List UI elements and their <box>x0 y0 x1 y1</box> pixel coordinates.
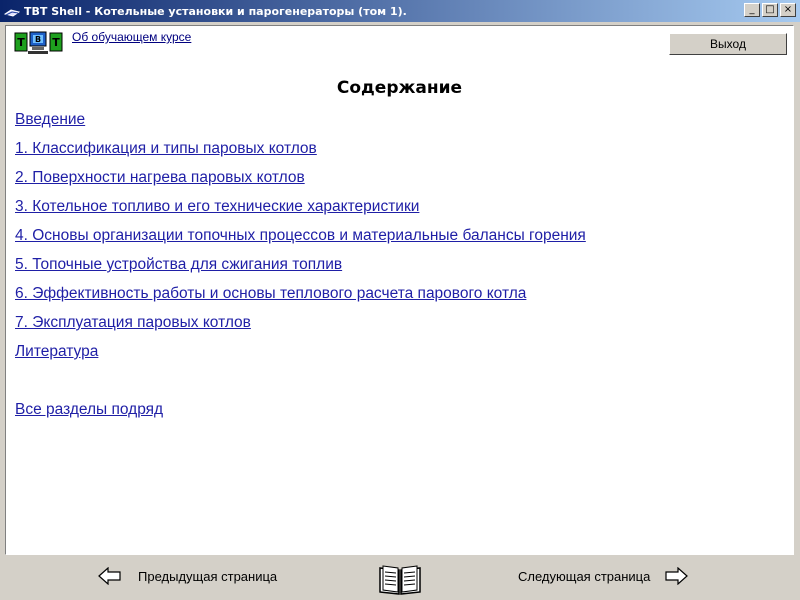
toc-link[interactable]: 3. Котельное топливо и его технические х… <box>15 198 586 227</box>
toc-link[interactable]: 7. Эксплуатация паровых котлов <box>15 314 586 343</box>
toc-link[interactable]: 4. Основы организации топочных процессов… <box>15 227 586 256</box>
window-title: TBT Shell - Котельные установки и пароге… <box>24 4 407 18</box>
toc-list: Введение 1. Классификация и типы паровых… <box>15 111 586 430</box>
page-title: Содержание <box>336 78 463 98</box>
maximize-icon: □ <box>765 4 775 15</box>
svg-text:B: B <box>35 35 41 44</box>
window-controls: _ □ × <box>742 3 796 17</box>
minimize-button[interactable]: _ <box>744 3 760 17</box>
tbt-logo-icon: T B T <box>14 31 63 54</box>
close-icon: × <box>783 4 793 15</box>
prev-page-label: Предыдущая страница <box>138 568 278 584</box>
toc-link[interactable]: Введение <box>15 111 586 140</box>
close-button[interactable]: × <box>780 3 796 17</box>
arrow-left-icon <box>98 567 121 585</box>
maximize-button[interactable]: □ <box>762 3 778 17</box>
app-icon <box>4 9 20 17</box>
title-bar[interactable]: TBT Shell - Котельные установки и пароге… <box>0 0 800 22</box>
content-pane: T B T Об обучающем курсе Выход Содержани… <box>5 25 794 555</box>
next-page-label: Следующая страница <box>518 568 651 584</box>
navigation-bar: Предыдущая страница Следующая страница <box>0 558 800 600</box>
toc-link[interactable]: 1. Классификация и типы паровых котлов <box>15 140 586 169</box>
toc-link[interactable]: 5. Топочные устройства для сжигания топл… <box>15 256 586 285</box>
toc-link[interactable]: 2. Поверхности нагрева паровых котлов <box>15 169 586 198</box>
svg-text:T: T <box>17 36 25 49</box>
toc-link[interactable]: 6. Эффективность работы и основы теплово… <box>15 285 586 314</box>
arrow-right-icon <box>665 567 689 585</box>
svg-text:T: T <box>52 36 60 49</box>
prev-page-button[interactable]: Предыдущая страница <box>98 567 277 585</box>
spacer <box>15 372 586 401</box>
exit-button[interactable]: Выход <box>669 33 787 55</box>
all-sections-link[interactable]: Все разделы подряд <box>15 401 586 430</box>
book-icon[interactable] <box>378 562 422 596</box>
next-page-button[interactable]: Следующая страница <box>518 567 689 585</box>
about-course-link[interactable]: Об обучающем курсе <box>72 29 192 45</box>
minimize-icon: _ <box>749 4 755 15</box>
toc-link[interactable]: Литература <box>15 343 586 372</box>
